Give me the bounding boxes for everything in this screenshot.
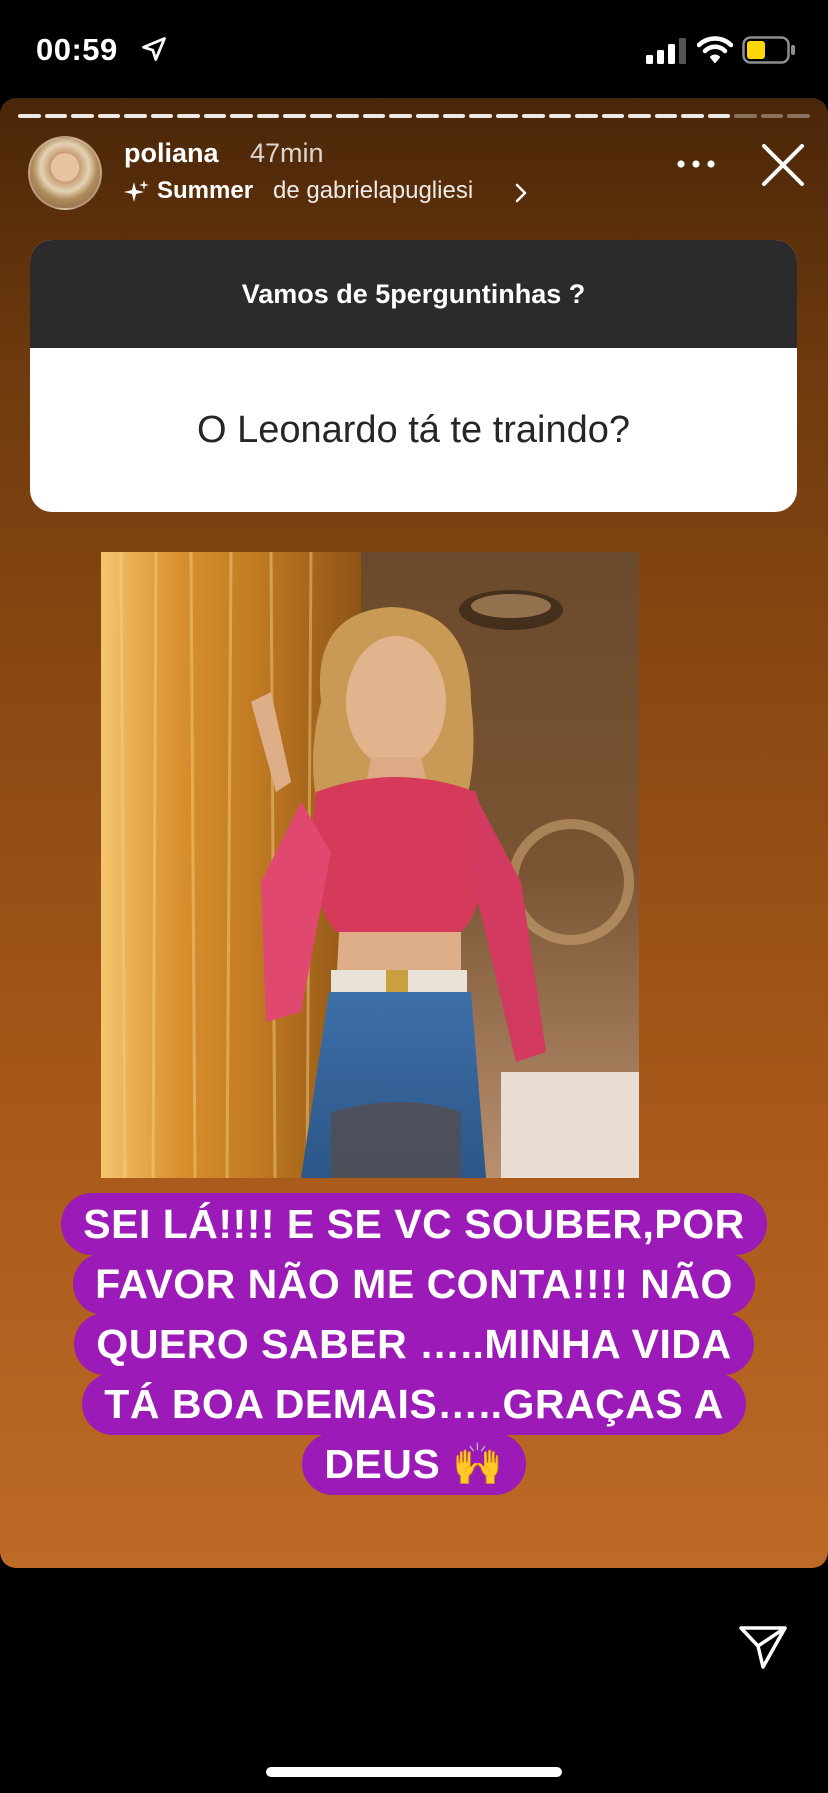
question-sticker[interactable]: Vamos de 5perguntinhas ? O Leonardo tá t… (30, 240, 797, 512)
avatar[interactable] (28, 136, 102, 210)
progress-segment (283, 114, 306, 118)
story-time: 47min (250, 138, 324, 168)
caption-line: FAVOR NÃO ME CONTA!!!! NÃO (73, 1253, 755, 1315)
progress-segment (203, 114, 227, 118)
progress-segment (495, 114, 519, 118)
music-title[interactable]: Summer (157, 177, 253, 205)
story-frame[interactable]: poliana 47min Summer de gabrielapugliesi… (0, 98, 828, 1568)
wifi-icon (697, 36, 733, 63)
progress-segment (734, 114, 757, 118)
progress-segment (442, 114, 466, 118)
progress-segment (18, 114, 41, 118)
caption-line: SEI LÁ!!!! E SE VC SOUBER,POR (61, 1193, 767, 1255)
more-icon[interactable] (676, 158, 716, 170)
status-time: 00:59 (36, 32, 118, 67)
caption-line: QUERO SABER …..MINHA VIDA (74, 1313, 754, 1375)
progress-segment (230, 114, 253, 118)
progress-segment (362, 114, 386, 118)
story-photo (101, 552, 639, 1178)
story-username[interactable]: poliana (124, 138, 219, 169)
close-icon[interactable] (760, 142, 806, 188)
progress-segment (124, 114, 147, 118)
caption-line: TÁ BOA DEMAIS…..GRAÇAS A (82, 1373, 746, 1435)
question-sticker-question: O Leonardo tá te traindo? (196, 408, 631, 451)
signal-icon (646, 38, 686, 64)
progress-segment (575, 114, 598, 118)
progress-segment (601, 114, 625, 118)
progress-segment (681, 114, 704, 118)
progress-segment (787, 114, 810, 118)
story-progress-bar (18, 114, 810, 119)
location-arrow-icon (142, 37, 166, 61)
chevron-right-icon[interactable] (514, 183, 528, 203)
progress-segment (177, 114, 200, 118)
music-artist[interactable]: de gabrielapugliesi (273, 177, 473, 205)
battery-icon (742, 36, 795, 64)
progress-segment (707, 114, 731, 118)
progress-segment (469, 114, 492, 118)
progress-segment (548, 114, 572, 118)
caption-line: DEUS 🙌 (302, 1433, 526, 1495)
progress-segment (97, 114, 121, 118)
progress-segment (760, 114, 784, 118)
sparkle-icon (124, 180, 149, 202)
progress-segment (256, 114, 280, 118)
progress-segment (522, 114, 545, 118)
progress-segment (336, 114, 359, 118)
progress-segment (628, 114, 651, 118)
send-icon[interactable] (738, 1624, 788, 1670)
progress-segment (654, 114, 678, 118)
status-bar: 00:59 (0, 0, 828, 100)
progress-segment (44, 114, 68, 118)
story-caption: SEI LÁ!!!! E SE VC SOUBER,POR FAVOR NÃO … (40, 1193, 788, 1495)
progress-segment (415, 114, 439, 118)
progress-segment (71, 114, 94, 118)
progress-segment (150, 114, 174, 118)
question-sticker-header: Vamos de 5perguntinhas ? (30, 240, 797, 348)
progress-segment (309, 114, 333, 118)
home-indicator[interactable] (266, 1767, 562, 1777)
progress-segment (389, 114, 412, 118)
